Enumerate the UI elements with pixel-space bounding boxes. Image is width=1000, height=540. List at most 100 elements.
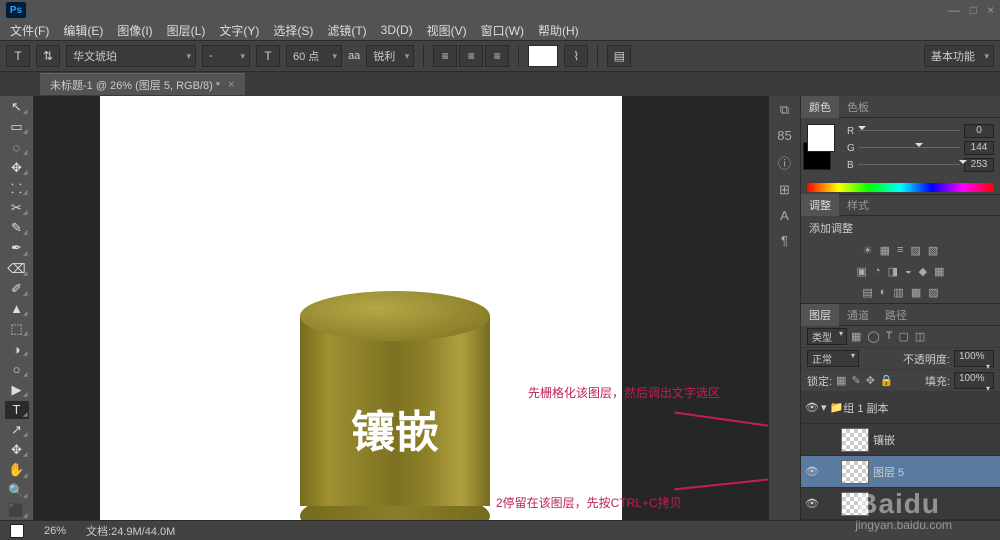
align-left-button[interactable]: ≡ (433, 45, 457, 67)
adjustment-icon[interactable]: ▩ (911, 286, 921, 299)
tool-13[interactable]: ○◢ (5, 360, 29, 378)
filter-kind-icon[interactable]: ◫ (915, 330, 925, 343)
layer-row[interactable]: 👁 图层 5 (801, 456, 1000, 488)
menu-select[interactable]: 选择(S) (273, 22, 313, 39)
adjustment-icon[interactable]: ◔ (874, 265, 881, 278)
adjustment-icon[interactable]: ◆ (919, 265, 927, 278)
layer-name[interactable]: 镶嵌 (873, 432, 895, 448)
visibility-toggle[interactable]: 👁 (803, 401, 821, 414)
warp-text-button[interactable]: ⌇ (564, 45, 588, 67)
lock-icon[interactable]: 🔒 (880, 374, 894, 387)
tool-8[interactable]: ⌫◢ (5, 260, 29, 278)
visibility-toggle[interactable]: 👁 (803, 465, 821, 478)
tool-0[interactable]: ↖◢ (5, 98, 29, 116)
adjustment-icon[interactable]: ◐ (880, 286, 887, 299)
tool-7[interactable]: ✒◢ (5, 239, 29, 257)
zoom-level[interactable]: 26% (44, 525, 66, 537)
tool-6[interactable]: ✎◢ (5, 219, 29, 237)
tool-preset-button[interactable]: T (6, 45, 30, 67)
tool-1[interactable]: ▭◢ (5, 118, 29, 136)
adjustments-tab[interactable]: 调整 (801, 194, 839, 216)
adjustment-icon[interactable]: ▥ (893, 286, 903, 299)
menu-layer[interactable]: 图层(L) (167, 22, 206, 39)
foreground-swatch[interactable] (807, 124, 835, 152)
filter-kind-icon[interactable]: ▢ (898, 330, 908, 343)
align-center-button[interactable]: ≡ (459, 45, 483, 67)
adjustment-icon[interactable]: ☀ (863, 244, 873, 257)
tool-5[interactable]: ✂◢ (5, 199, 29, 217)
adjustment-icon[interactable]: ≡ (897, 244, 903, 257)
text-orientation-button[interactable]: ⇅ (36, 45, 60, 67)
styles-tab[interactable]: 样式 (839, 194, 877, 216)
color-tab[interactable]: 颜色 (801, 96, 839, 118)
tool-4[interactable]: ⸬◢ (5, 179, 29, 197)
strip-icon[interactable]: ⊞ (779, 182, 790, 198)
adjustment-icon[interactable]: ▤ (862, 286, 872, 299)
r-slider[interactable] (858, 126, 960, 136)
adjustment-icon[interactable]: ▨ (928, 286, 938, 299)
b-slider[interactable] (858, 160, 960, 170)
align-right-button[interactable]: ≡ (485, 45, 509, 67)
tool-9[interactable]: ✐◢ (5, 280, 29, 298)
strip-icon[interactable]: ⓘ (778, 153, 791, 172)
tool-17[interactable]: ✥◢ (5, 441, 29, 459)
strip-icon[interactable]: ¶ (781, 233, 788, 248)
window-maximize[interactable]: □ (970, 3, 977, 17)
close-tab-icon[interactable]: × (228, 79, 234, 91)
g-value[interactable]: 144 (964, 141, 994, 155)
filter-kind-icon[interactable]: T (886, 330, 893, 343)
strip-icon[interactable]: 85 (777, 128, 791, 143)
filter-kind-icon[interactable]: ▦ (851, 330, 861, 343)
tool-14[interactable]: ▶◢ (5, 381, 29, 399)
layer-row[interactable]: 镶嵌 (801, 424, 1000, 456)
fgbg-mini[interactable] (10, 524, 24, 538)
layers-tab[interactable]: 图层 (801, 304, 839, 326)
layer-name[interactable]: 组 1 副本 (843, 400, 888, 416)
tool-16[interactable]: ↗◢ (5, 421, 29, 439)
tool-11[interactable]: ⬚◢ (5, 320, 29, 338)
b-value[interactable]: 253 (964, 158, 994, 172)
tool-3[interactable]: ✥◢ (5, 159, 29, 177)
adjustment-icon[interactable]: ▧ (928, 244, 938, 257)
adjustment-icon[interactable]: ▨ (910, 244, 920, 257)
menu-image[interactable]: 图像(I) (117, 22, 152, 39)
strip-icon[interactable]: A (780, 208, 789, 223)
layer-thumb[interactable] (841, 460, 869, 484)
menu-view[interactable]: 视图(V) (427, 22, 467, 39)
tool-2[interactable]: ◌◢ (5, 138, 29, 156)
canvas-area[interactable]: 镶嵌 先栅格化该图层，然后调出文字选区 2停留在该图层，先按CTRL+C拷贝 (34, 96, 768, 520)
window-close[interactable]: × (987, 3, 994, 17)
text-color-swatch[interactable] (528, 45, 558, 67)
adjustment-icon[interactable]: ▦ (934, 265, 944, 278)
tool-10[interactable]: ▲◢ (5, 300, 29, 318)
paths-tab[interactable]: 路径 (877, 304, 915, 326)
filter-kind-icon[interactable]: ◯ (867, 330, 879, 343)
visibility-toggle[interactable]: 👁 (803, 497, 821, 510)
menu-filter[interactable]: 滤镜(T) (327, 22, 366, 39)
blend-mode-select[interactable]: 正常 (807, 350, 859, 367)
menu-3d[interactable]: 3D(D) (381, 23, 413, 37)
channels-tab[interactable]: 通道 (839, 304, 877, 326)
tool-18[interactable]: ✋◢ (5, 461, 29, 479)
font-family-select[interactable]: 华文琥珀 (66, 45, 196, 67)
swatches-tab[interactable]: 色板 (839, 96, 877, 118)
folder-icon[interactable]: ▾ 📁 (821, 401, 843, 414)
r-value[interactable]: 0 (964, 124, 994, 138)
menu-help[interactable]: 帮助(H) (538, 22, 579, 39)
workspace-select[interactable]: 基本功能 (924, 45, 994, 67)
menu-type[interactable]: 文字(Y) (219, 22, 259, 39)
adjustment-icon[interactable]: ▦ (880, 244, 890, 257)
lock-icon[interactable]: ✥ (866, 374, 875, 387)
antialias-select[interactable]: 锐利 (366, 45, 414, 67)
fill-input[interactable]: 100% (954, 372, 994, 389)
layer-name[interactable]: 图层 5 (873, 464, 904, 480)
strip-icon[interactable]: ⧉ (780, 102, 789, 118)
adjustment-icon[interactable]: ◨ (888, 265, 898, 278)
opacity-input[interactable]: 100% (954, 350, 994, 367)
lock-icon[interactable]: ✎ (851, 374, 860, 387)
adjustment-icon[interactable]: ◒ (905, 265, 912, 278)
g-slider[interactable] (859, 143, 960, 153)
menu-file[interactable]: 文件(F) (10, 22, 49, 39)
color-spectrum[interactable] (807, 183, 994, 192)
layer-row[interactable]: 👁▾ 📁组 1 副本 (801, 392, 1000, 424)
